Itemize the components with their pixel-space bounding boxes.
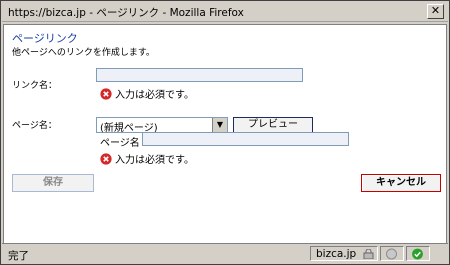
status-ok-cell xyxy=(406,246,430,261)
close-button[interactable]: ✕ xyxy=(427,4,444,19)
dialog-content: ページリンク 他ページへのリンクを作成します。 リンク名： 入力は必須です。 ペ… xyxy=(3,24,447,244)
page-title: ページリンク xyxy=(12,32,78,45)
cancel-button[interactable]: キャンセル xyxy=(361,174,441,192)
error-x-circle-icon xyxy=(100,87,112,100)
title-bar: https://bizca.jp - ページリンク - Mozilla Fire… xyxy=(2,2,448,22)
link-name-error-text: 入力は必須です。 xyxy=(115,90,194,101)
preview-button[interactable]: プレビュー xyxy=(233,117,313,133)
page-name-input[interactable] xyxy=(142,132,349,146)
window-title: https://bizca.jp - ページリンク - Mozilla Fire… xyxy=(8,7,244,19)
browser-window: https://bizca.jp - ページリンク - Mozilla Fire… xyxy=(0,0,450,265)
link-name-label: リンク名： xyxy=(12,81,58,91)
page-description: 他ページへのリンクを作成します。 xyxy=(12,48,155,58)
status-text: 完了 xyxy=(8,250,29,262)
status-domain-cell: bizca.jp xyxy=(310,246,378,261)
page-name-label: ページ名： xyxy=(12,121,57,131)
lock-icon[interactable] xyxy=(363,249,374,259)
link-name-error: 入力は必須です。 xyxy=(100,86,194,101)
page-name-error: 入力は必須です。 xyxy=(100,151,194,166)
page-name-error-text: 入力は必須です。 xyxy=(115,155,194,166)
page-name-sub-label: ページ名 xyxy=(100,138,140,149)
green-check-icon[interactable] xyxy=(411,248,424,260)
status-domain: bizca.jp xyxy=(316,248,357,260)
chevron-down-icon[interactable]: ▼ xyxy=(212,118,227,132)
error-x-circle-icon xyxy=(100,152,112,165)
page-select[interactable]: (新規ページ) ▼ xyxy=(96,117,228,134)
status-connection-cell xyxy=(380,246,404,261)
save-button[interactable]: 保存 xyxy=(12,174,94,192)
gray-circle-icon[interactable] xyxy=(385,248,398,260)
status-bar: 完了 bizca.jp xyxy=(2,243,448,264)
link-name-input[interactable] xyxy=(96,68,303,82)
